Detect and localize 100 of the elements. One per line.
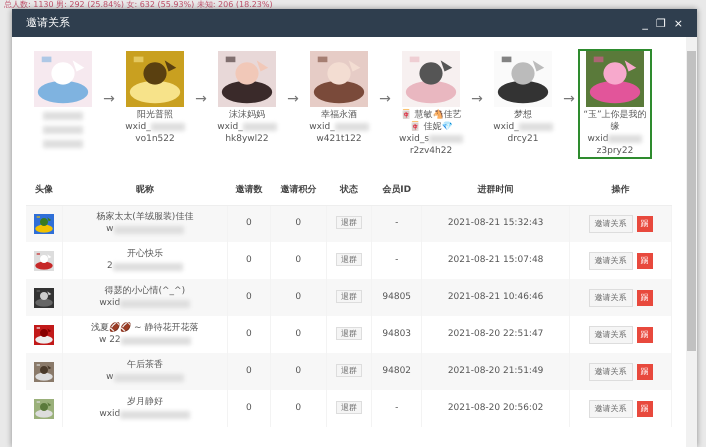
invite-count: 0 <box>246 366 252 376</box>
nickname-text: 杨家太太(羊绒服装)佳佳 <box>95 211 194 223</box>
redaction-mark <box>114 374 184 382</box>
member-id: 94802 <box>382 366 412 376</box>
arrow-icon: → <box>560 89 578 110</box>
wxid-text: wxid_ <box>125 121 151 133</box>
invite-count: 0 <box>246 292 252 302</box>
user-name: 梦想 <box>514 109 532 121</box>
redaction-mark <box>112 262 183 270</box>
wxid-text: wxid <box>588 133 608 145</box>
kick-button[interactable]: 踢 <box>636 400 653 416</box>
kick-button[interactable]: 踢 <box>636 252 653 268</box>
redaction-mark <box>150 123 185 131</box>
invite-relation-button[interactable]: 邀请关系 <box>588 400 633 418</box>
redaction-mark <box>43 126 83 134</box>
invite-points: 0 <box>295 218 302 228</box>
invite-points: 0 <box>295 402 302 413</box>
member-id: 94803 <box>382 328 412 339</box>
column-header: 状态 <box>340 184 358 194</box>
nickname-text: 岁月静好 <box>126 396 164 408</box>
maximize-button[interactable]: ❐ <box>652 18 670 28</box>
join-time: 2021-08-21 15:32:43 <box>448 218 544 228</box>
user-name: 沫沫妈妈 <box>229 109 265 121</box>
redaction-mark <box>120 336 191 344</box>
wxid-suffix: r2zv4h22 <box>410 145 452 157</box>
invite-points: 0 <box>295 292 302 302</box>
status-tag: 退群 <box>336 216 362 229</box>
kick-button[interactable]: 踢 <box>636 216 653 232</box>
redaction-mark <box>518 123 553 131</box>
column-header: 操作 <box>612 184 630 194</box>
redaction-mark <box>242 123 277 131</box>
invite-count: 0 <box>246 402 252 413</box>
invite-points: 0 <box>295 366 302 376</box>
invite-count: 0 <box>246 254 252 265</box>
wxid-suffix: drcy21 <box>508 133 538 145</box>
nickname-text: 得瑟的小心情(^_^) <box>104 284 186 297</box>
redaction-mark <box>43 140 83 148</box>
column-header: 进群时间 <box>478 184 514 194</box>
wxid-text: wxid <box>99 296 120 310</box>
arrow-icon: → <box>100 89 118 110</box>
invite-count: 0 <box>246 218 252 228</box>
member-id: 94805 <box>382 292 412 302</box>
member-id: - <box>395 254 398 265</box>
column-header: 头像 <box>35 184 54 194</box>
close-button[interactable]: × <box>670 18 687 28</box>
member-id: - <box>395 218 398 228</box>
redaction-mark <box>114 226 184 234</box>
invite-points: 0 <box>295 328 302 339</box>
member-id: - <box>395 402 398 413</box>
nickname-text: 午后茶香 <box>126 358 164 371</box>
column-header: 邀请数 <box>235 184 262 194</box>
wxid-suffix: z3pry22 <box>596 145 634 157</box>
window-title: 邀请关系 <box>26 14 71 31</box>
invite-relation-button[interactable]: 邀请关系 <box>588 214 633 233</box>
join-time: 2021-08-20 20:56:02 <box>448 402 544 413</box>
redaction-mark <box>608 135 642 143</box>
column-header: 会员ID <box>382 184 412 194</box>
join-time: 2021-08-21 10:46:46 <box>448 292 544 302</box>
status-tag: 退群 <box>336 326 362 340</box>
wxid-text: 2 <box>106 260 113 273</box>
wxid-text: wxid <box>99 408 120 421</box>
minimize-button[interactable]: _ <box>638 18 652 28</box>
wxid-text: wxid_s <box>398 133 430 145</box>
invite-relation-button[interactable]: 邀请关系 <box>588 326 633 344</box>
redaction-mark <box>334 123 369 131</box>
wxid-text: wxid_ <box>309 121 335 133</box>
nickname-text: 浅夏🏈🏈 ~ 静待花开花落 <box>90 322 200 334</box>
wxid-text: w 22 <box>98 334 121 347</box>
column-header: 昵称 <box>136 184 154 194</box>
page-summary-text: 总人数: 1130 男: 292 (25.84%) 女: 632 (55.93%) 未知: 206 (18.23%) <box>3 0 274 9</box>
wxid-text: w <box>106 223 114 236</box>
column-header: 邀请积分 <box>280 184 316 194</box>
wxid-suffix: hk8ywl22 <box>225 133 269 145</box>
arrow-icon: → <box>468 89 486 110</box>
join-time: 2021-08-20 22:51:47 <box>448 328 544 339</box>
selected-user-node[interactable]: “玉”上你是我的缘 wxid z3pry22 <box>578 49 652 159</box>
wxid-text: wxid_ <box>493 121 519 133</box>
status-tag: 退群 <box>336 400 362 414</box>
redaction-mark <box>429 135 464 143</box>
status-tag: 退群 <box>336 290 362 303</box>
status-tag: 退群 <box>336 364 362 377</box>
scrollbar[interactable] <box>686 37 697 447</box>
wxid-suffix: w421t122 <box>316 133 362 145</box>
invite-relation-button[interactable]: 邀请关系 <box>588 252 633 270</box>
user-name: 幸福永酒 <box>321 109 357 121</box>
arrow-icon: → <box>376 89 394 110</box>
join-time: 2021-08-20 21:51:49 <box>448 366 544 376</box>
kick-button[interactable]: 踢 <box>636 326 653 342</box>
user-name: 阳光普照 <box>137 109 173 121</box>
invite-relation-button[interactable]: 邀请关系 <box>588 362 633 380</box>
redaction-mark <box>120 300 190 308</box>
kick-button[interactable]: 踢 <box>636 290 653 306</box>
invite-relation-button[interactable]: 邀请关系 <box>588 288 633 306</box>
status-tag: 退群 <box>336 252 362 266</box>
invite-count: 0 <box>246 328 252 339</box>
wxid-suffix: vo1n522 <box>135 133 175 145</box>
wxid-text: w <box>106 370 114 384</box>
kick-button[interactable]: 踢 <box>636 364 653 380</box>
redaction-mark <box>120 410 190 418</box>
arrow-icon: → <box>284 89 302 110</box>
